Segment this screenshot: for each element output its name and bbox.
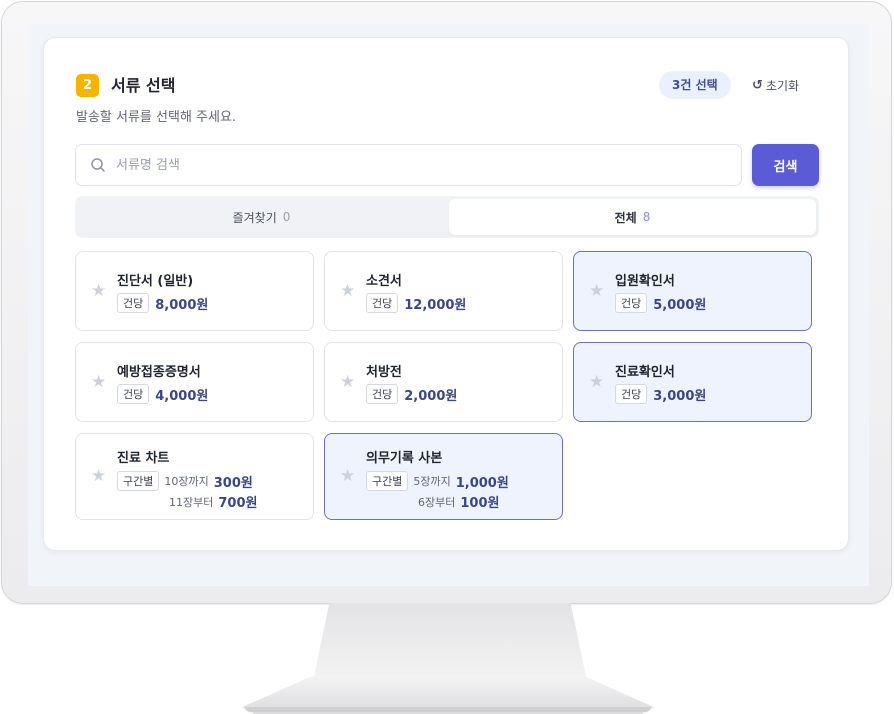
document-price: 5,000원 — [653, 297, 707, 313]
pricing-badge: 건당 — [117, 293, 150, 313]
document-price: 8,000원 — [155, 297, 209, 313]
pricing-badge: 건당 — [117, 384, 150, 404]
document-price: 2,000원 — [404, 388, 458, 404]
document-card-medical-record-copy[interactable]: ★ 의무기록 사본 구간별 5장까지 1,000원 6장부터 100원 — [324, 433, 563, 520]
document-card-opinion[interactable]: ★ 소견서 건당 12,000원 — [324, 251, 563, 331]
document-price: 12,000원 — [404, 297, 467, 313]
star-icon[interactable]: ★ — [91, 468, 106, 485]
section-title: 서류 선택 — [111, 76, 176, 95]
document-name: 입원확인서 — [615, 274, 675, 289]
document-card-admission[interactable]: ★ 입원확인서 건당 5,000원 — [573, 251, 812, 331]
document-price: 4,000원 — [155, 388, 209, 404]
reset-label: 초기화 — [765, 78, 800, 93]
document-name: 의무기록 사본 — [366, 451, 443, 466]
tier-label: 11장부터 — [169, 495, 214, 509]
section-subtitle: 발송할 서류를 선택해 주세요. — [76, 110, 237, 125]
document-price: 3,000원 — [653, 388, 707, 404]
document-name: 소견서 — [366, 274, 402, 289]
document-name: 진료 차트 — [117, 451, 170, 466]
pricing-badge: 건당 — [366, 384, 399, 404]
tier-label: 10장까지 — [164, 475, 209, 488]
tier-price: 100원 — [460, 496, 500, 511]
reset-icon: ↺ — [752, 77, 763, 93]
step-number-badge: 2 — [76, 74, 99, 97]
search-button[interactable]: 검색 — [752, 144, 819, 186]
selected-count-badge: 3건 선택 — [659, 71, 731, 99]
document-card-medical-chart[interactable]: ★ 진료 차트 구간별 10장까지 300원 11장부터 700원 — [75, 433, 314, 520]
document-grid: ★ 진단서 (일반) 건당 8,000원 ★ 소견서 건당 12,000원 ★ … — [75, 251, 815, 521]
star-icon[interactable]: ★ — [340, 374, 355, 391]
tier-price: 300원 — [213, 475, 253, 491]
search-icon — [91, 158, 105, 172]
tab-count: 0 — [282, 210, 291, 224]
pricing-badge: 구간별 — [366, 471, 409, 491]
tier-price: 700원 — [218, 496, 258, 511]
tab-favorites[interactable]: 즐겨찾기 0 — [78, 199, 445, 235]
pricing-badge: 건당 — [366, 293, 399, 313]
search-input[interactable] — [114, 145, 741, 185]
search-box — [75, 144, 742, 186]
star-icon[interactable]: ★ — [589, 374, 604, 391]
monitor-stand-neck — [313, 603, 587, 681]
reset-button[interactable]: ↺ 초기화 — [752, 71, 799, 99]
star-icon[interactable]: ★ — [340, 283, 355, 300]
document-tabs: 즐겨찾기 0 전체 8 — [75, 196, 819, 238]
star-icon[interactable]: ★ — [91, 283, 106, 300]
tab-all[interactable]: 전체 8 — [449, 199, 816, 235]
document-selection-card: 2 서류 선택 발송할 서류를 선택해 주세요. 3건 선택 ↺ 초기화 검색 … — [43, 37, 849, 551]
document-card-prescription[interactable]: ★ 처방전 건당 2,000원 — [324, 342, 563, 422]
tier-price: 1,000원 — [455, 475, 509, 491]
tab-label: 즐겨찾기 — [232, 210, 277, 225]
pricing-badge: 건당 — [615, 384, 648, 404]
document-name: 진료확인서 — [615, 365, 675, 380]
tier-label: 6장부터 — [418, 495, 456, 509]
document-card-treatment-confirmation[interactable]: ★ 진료확인서 건당 3,000원 — [573, 342, 812, 422]
tab-count: 8 — [642, 210, 651, 224]
document-card-vaccination[interactable]: ★ 예방접종증명서 건당 4,000원 — [75, 342, 314, 422]
document-name: 처방전 — [366, 365, 402, 380]
pricing-badge: 구간별 — [117, 471, 160, 491]
star-icon[interactable]: ★ — [91, 374, 106, 391]
tier-label: 5장까지 — [413, 475, 451, 488]
document-name: 진단서 (일반) — [117, 274, 194, 289]
monitor-stand-base-edge — [245, 707, 651, 712]
tab-label: 전체 — [614, 210, 637, 225]
document-card-diagnosis[interactable]: ★ 진단서 (일반) 건당 8,000원 — [75, 251, 314, 331]
pricing-badge: 건당 — [615, 293, 648, 313]
star-icon[interactable]: ★ — [589, 283, 604, 300]
star-icon[interactable]: ★ — [340, 468, 355, 485]
document-name: 예방접종증명서 — [117, 365, 201, 380]
